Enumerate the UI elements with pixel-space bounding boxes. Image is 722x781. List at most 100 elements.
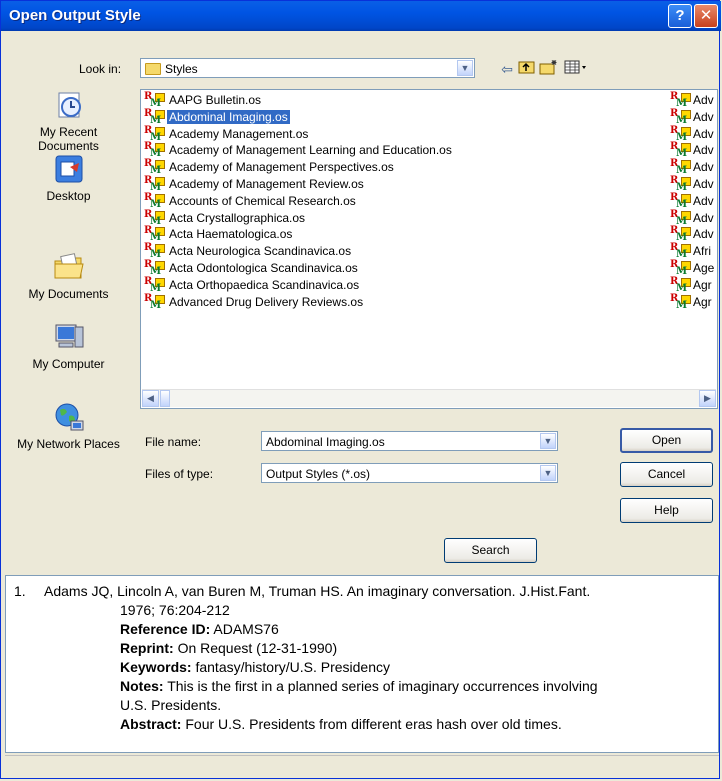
recent-documents-icon	[58, 92, 81, 118]
scroll-right-button[interactable]: ▶	[699, 390, 716, 407]
file-name-text: Acta Orthopaedica Scandinavica.os	[169, 277, 360, 292]
keywords-label: Keywords:	[120, 659, 192, 675]
title-bar[interactable]: Open Output Style ? ✕	[1, 1, 721, 31]
look-in-value: Styles	[165, 62, 198, 76]
chevron-down-icon[interactable]: ▼	[457, 60, 473, 76]
cancel-button[interactable]: Cancel	[620, 462, 713, 487]
status-bar	[5, 755, 719, 778]
output-style-icon: RM	[143, 225, 165, 243]
output-style-icon: RM	[143, 141, 165, 159]
place-my-documents[interactable]: My Documents	[11, 251, 126, 301]
notes-value-cont: U.S. Presidents.	[120, 697, 222, 713]
place-my-network-places[interactable]: My Network Places	[11, 401, 126, 451]
file-type-select[interactable]: Output Styles (*.os) ▼	[261, 463, 558, 483]
file-name-field[interactable]: Abdominal Imaging.os ▼	[261, 431, 558, 451]
output-style-icon: RM	[669, 276, 691, 294]
file-name-text: Academy of Management Review.os	[169, 177, 364, 191]
file-name-text: Adv	[693, 177, 714, 191]
place-label: My Recent Documents	[38, 125, 99, 153]
reprint-label: Reprint:	[120, 640, 174, 656]
output-style-icon: RM	[669, 225, 691, 243]
help-title-button[interactable]: ?	[668, 4, 692, 28]
output-style-icon: RM	[669, 192, 691, 210]
place-label: My Documents	[28, 287, 109, 301]
place-desktop[interactable]: Desktop	[11, 153, 126, 203]
new-folder-icon[interactable]	[539, 59, 559, 79]
scroll-left-button[interactable]: ◀	[142, 390, 159, 407]
output-style-icon: RM	[669, 125, 691, 143]
open-output-style-dialog: Open Output Style ? ✕ Look in: Styles ▼ …	[0, 0, 721, 779]
scroll-thumb[interactable]	[160, 390, 170, 407]
my-computer-icon	[55, 324, 83, 348]
file-name-text: Abdominal Imaging.os	[167, 109, 290, 124]
file-name-text: Acta Haematologica.os	[169, 227, 293, 242]
view-menu-icon[interactable]	[563, 59, 589, 79]
file-list[interactable]: R M AAPG Bulletin.os R M Abdominal Imaging.os…	[140, 89, 718, 409]
output-style-icon: RM	[669, 209, 691, 227]
output-style-icon: RM	[143, 242, 165, 260]
place-my-computer[interactable]: My Computer	[11, 321, 126, 371]
open-button[interactable]: Open	[620, 428, 713, 453]
file-name-text: Accounts of Chemical Research.os	[169, 193, 356, 208]
preview-citation-cont: 1976; 76:204-212	[120, 602, 230, 618]
output-style-icon: RM	[143, 158, 165, 176]
reference-id-value: ADAMS76	[213, 621, 279, 637]
output-style-icon: RM	[143, 192, 165, 210]
output-style-icon: RM	[143, 293, 165, 311]
place-label: My Network Places	[17, 437, 120, 451]
search-button[interactable]: Search	[444, 538, 537, 563]
keywords-value: fantasy/history/U.S. Presidency	[195, 659, 390, 675]
output-style-icon: RM	[143, 91, 165, 109]
output-style-icon: RM	[669, 141, 691, 159]
output-style-icon: RM	[669, 242, 691, 260]
place-my-recent-documents[interactable]: My Recent Documents	[11, 89, 126, 153]
help-button[interactable]: Help	[620, 498, 713, 523]
look-in-combo[interactable]: Styles ▼	[140, 58, 475, 78]
look-in-label: Look in:	[79, 62, 122, 76]
output-style-icon: RM	[143, 209, 165, 227]
file-name-text: Adv	[693, 193, 714, 208]
reference-id-label: Reference ID:	[120, 621, 211, 637]
file-type-value: Output Styles (*.os)	[266, 467, 371, 481]
chevron-down-icon[interactable]: ▼	[540, 465, 556, 481]
file-type-label: Files of type:	[145, 467, 214, 481]
desktop-icon	[55, 155, 82, 183]
file-name-text: Adv	[693, 160, 714, 175]
output-style-icon: RM	[669, 108, 691, 126]
horizontal-scrollbar[interactable]: ◀ ▶	[142, 389, 716, 407]
file-name-text: Acta Crystallographica.os	[169, 210, 306, 225]
file-name-text: Academy of Management Learning and Educa…	[169, 143, 452, 158]
output-style-icon: RM	[669, 175, 691, 193]
file-name-text: Academy Management.os	[169, 126, 309, 141]
my-documents-icon	[54, 253, 84, 279]
close-button[interactable]: ✕	[694, 4, 718, 28]
preview-citation: Adams JQ, Lincoln A, van Buren M, Truman…	[44, 583, 591, 599]
up-folder-icon[interactable]	[517, 59, 537, 79]
dialog-title: Open Output Style	[9, 7, 141, 24]
back-arrow-icon[interactable]: ⇦	[497, 59, 517, 79]
file-name-text: Adv	[693, 143, 714, 158]
output-style-icon: RM	[669, 293, 691, 311]
file-name-text: Adv	[693, 109, 714, 124]
file-name-label: File name:	[145, 435, 202, 449]
place-label: Desktop	[46, 189, 91, 203]
file-name-text: Adv	[693, 126, 714, 141]
output-style-icon: RM	[143, 125, 165, 143]
abstract-label: Abstract:	[120, 716, 182, 732]
output-style-icon: RM	[143, 276, 165, 294]
file-name-text: Adv	[693, 93, 714, 107]
notes-value: This is the first in a planned series of…	[167, 678, 598, 694]
output-style-icon: RM	[143, 175, 165, 193]
output-style-icon: RM	[669, 259, 691, 277]
preview-number: 1.	[14, 583, 26, 599]
chevron-down-icon[interactable]: ▼	[540, 433, 556, 449]
reprint-value: On Request (12-31-1990)	[177, 640, 338, 656]
file-name-text: Acta Neurologica Scandinavica.os	[169, 244, 352, 259]
file-name-text: Adv	[693, 227, 714, 242]
output-style-icon: RM	[669, 158, 691, 176]
abstract-value: Four U.S. Presidents from different eras…	[185, 716, 562, 732]
output-style-icon: RM	[669, 91, 691, 109]
file-name-text: Agr	[693, 294, 712, 309]
notes-label: Notes:	[120, 678, 164, 694]
file-name-text: AAPG Bulletin.os	[169, 93, 262, 107]
